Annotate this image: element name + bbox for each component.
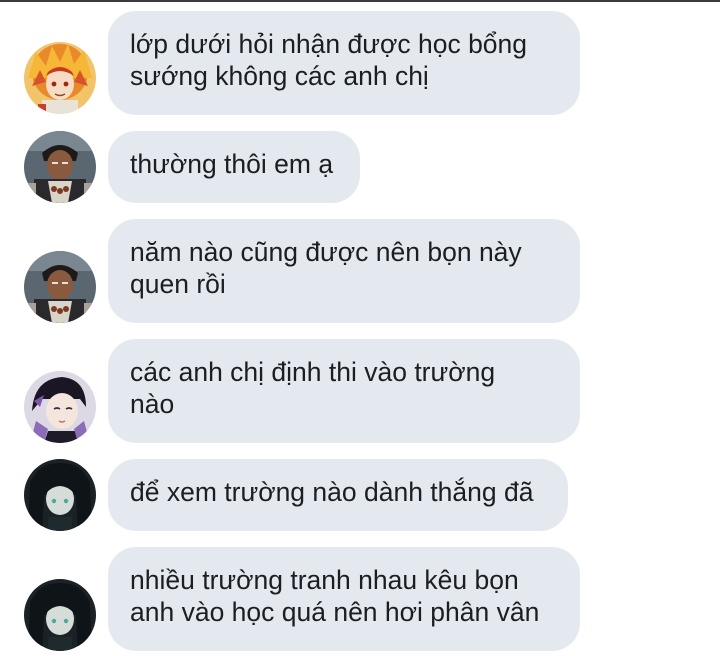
message-text-line: sướng không các anh chị <box>130 61 429 91</box>
avatar-rengoku-icon[interactable] <box>24 42 96 114</box>
message-text-line: để xem trường nào dành thắng đã <box>130 477 534 507</box>
message-text-line: lớp dưới hỏi nhận được học bổng <box>130 29 528 59</box>
message-bubble[interactable]: lớp dưới hỏi nhận được học bổng sướng kh… <box>108 11 580 115</box>
top-divider <box>0 0 720 2</box>
avatar-shinobu-icon[interactable] <box>24 371 96 443</box>
avatar-gyomei-icon[interactable] <box>24 131 96 203</box>
message-text-line: quen rồi <box>130 269 226 299</box>
message-bubble[interactable]: các anh chị định thi vào trường nào <box>108 339 580 443</box>
message-bubble[interactable]: thường thôi em ạ <box>108 131 360 203</box>
message-bubble[interactable]: để xem trường nào dành thắng đã <box>108 459 568 531</box>
avatar-gyomei-icon[interactable] <box>24 251 96 323</box>
message-text-line: nhiều trường tranh nhau kêu bọn <box>130 565 519 595</box>
message-text-line: nào <box>130 389 175 419</box>
message-text-line: các anh chị định thi vào trường <box>130 357 496 387</box>
message-bubble[interactable]: năm nào cũng được nên bọn này quen rồi <box>108 219 580 323</box>
message-bubble[interactable]: nhiều trường tranh nhau kêu bọn anh vào … <box>108 547 580 651</box>
avatar-muichiro-icon[interactable] <box>24 459 96 531</box>
message-text-line: năm nào cũng được nên bọn này <box>130 237 522 267</box>
message-text-line: thường thôi em ạ <box>130 149 334 179</box>
avatar-muichiro-icon[interactable] <box>24 579 96 651</box>
message-text-line: anh vào học quá nên hơi phân vân <box>130 597 540 627</box>
